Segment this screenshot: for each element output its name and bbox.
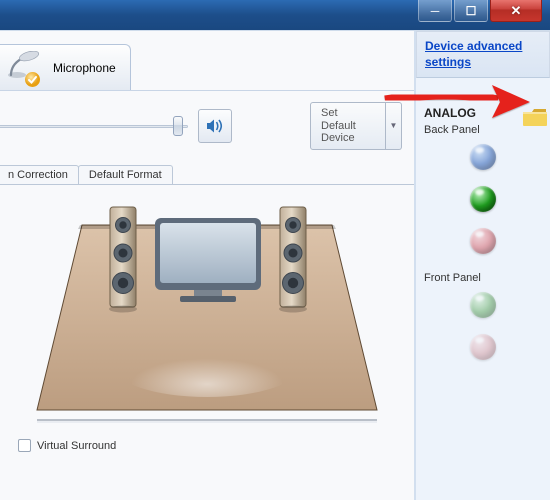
virtual-surround-checkbox[interactable] — [18, 439, 31, 452]
close-button[interactable]: ✕ — [490, 0, 542, 22]
jack-back-blue[interactable] — [470, 144, 496, 170]
tab-room-correction[interactable]: n Correction — [0, 165, 79, 184]
speaker-icon — [204, 115, 226, 137]
check-shield-icon — [24, 71, 41, 88]
monitor-icon — [155, 218, 261, 302]
speaker-layout-stage — [22, 195, 392, 435]
jack-back-green[interactable] — [470, 186, 496, 212]
volume-slider[interactable] — [0, 116, 188, 136]
side-panel: Device advanced settings ANALOG Back Pan… — [415, 31, 550, 500]
tab-microphone[interactable]: Microphone — [0, 44, 131, 90]
tab-microphone-label: Microphone — [53, 61, 116, 75]
set-default-device-label: Set Default Device — [310, 102, 386, 150]
set-default-device-dropdown[interactable]: ▼ — [386, 102, 402, 150]
jack-front-pink[interactable] — [470, 334, 496, 360]
set-default-device-button[interactable]: Set Default Device ▼ — [310, 102, 402, 150]
tab-default-format[interactable]: Default Format — [78, 165, 173, 184]
device-advanced-settings-link[interactable]: Device advanced settings — [425, 39, 541, 70]
speaker-left-icon — [109, 207, 137, 313]
window-titlebar: ─ ☐ ✕ — [0, 0, 550, 30]
volume-slider-thumb[interactable] — [173, 116, 183, 136]
folder-icon[interactable] — [522, 107, 548, 127]
maximize-button[interactable]: ☐ — [454, 0, 488, 22]
front-panel-label: Front Panel — [424, 272, 542, 284]
minimize-button[interactable]: ─ — [418, 0, 452, 22]
speaker-right-icon — [279, 207, 307, 313]
mute-button[interactable] — [198, 109, 232, 143]
main-panel: Microphone Set Default Device ▼ n Corr — [0, 31, 415, 500]
jack-back-pink[interactable] — [470, 228, 496, 254]
jack-front-green[interactable] — [470, 292, 496, 318]
virtual-surround-label: Virtual Surround — [37, 440, 116, 452]
